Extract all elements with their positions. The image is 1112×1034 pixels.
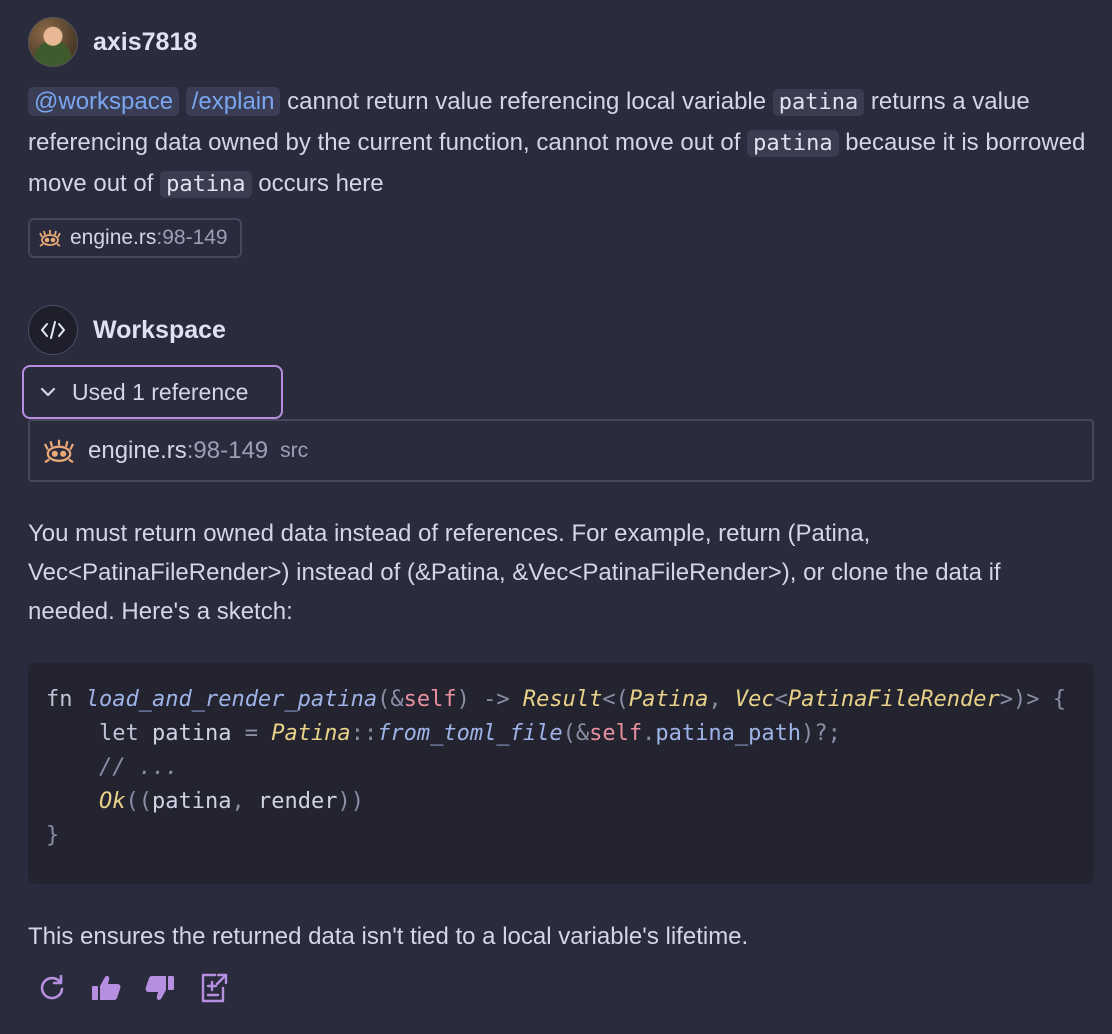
code-content: fn load_and_render_patina(&self) -> Resu… [46, 683, 1066, 853]
attachment-range: :98-149 [156, 226, 228, 249]
message-text-1: cannot return value referencing local va… [280, 88, 773, 115]
thumbs-down-button[interactable] [144, 972, 176, 1008]
user-header: axis7818 [28, 17, 197, 67]
reference-filename: engine.rs [88, 436, 187, 464]
code-icon [28, 305, 78, 355]
user-name: axis7818 [93, 27, 198, 56]
workspace-mention[interactable]: @workspace [28, 87, 180, 116]
retry-button[interactable] [36, 972, 68, 1008]
insert-into-file-button[interactable] [198, 972, 230, 1008]
response-actions [36, 972, 230, 1008]
user-avatar [28, 17, 78, 67]
refresh-icon [37, 973, 67, 1008]
inline-code: patina [747, 130, 839, 157]
assistant-name: Workspace [93, 315, 226, 344]
used-references-toggle[interactable]: Used 1 reference [22, 365, 283, 419]
inline-code: patina [772, 89, 865, 116]
reference-range: :98-149 [186, 436, 269, 464]
code-block[interactable]: fn load_and_render_patina(&self) -> Resu… [28, 663, 1094, 884]
attachment-chip[interactable]: engine.rs:98-149 [28, 218, 242, 258]
used-references-label: Used 1 reference [72, 378, 249, 405]
reference-list: engine.rs:98-149 src [28, 419, 1094, 482]
user-message: @workspace /explain cannot return value … [28, 82, 1088, 205]
code-line: Ok((patina, render)) [98, 789, 364, 814]
code-line: let patina = Patina::from_toml_file(&sel… [98, 721, 841, 746]
rust-file-icon [38, 228, 62, 248]
attachment-filename: engine.rs [70, 226, 157, 249]
code-line: } [46, 823, 60, 848]
response-outro: This ensures the returned data isn't tie… [28, 923, 749, 950]
explain-command[interactable]: /explain [185, 87, 281, 116]
thumbs-down-icon [144, 973, 176, 1008]
chevron-down-icon [40, 386, 56, 398]
thumbs-up-button[interactable] [90, 972, 122, 1008]
code-line: fn load_and_render_patina(&self) -> Resu… [46, 687, 1067, 712]
inline-code: patina [160, 171, 252, 198]
response-intro: You must return owned data instead of re… [28, 520, 1001, 625]
thumbs-up-icon [90, 973, 122, 1008]
rust-file-icon [42, 437, 76, 465]
insert-file-icon [199, 972, 229, 1009]
assistant-header: Workspace [28, 305, 226, 355]
code-line: // ... [98, 755, 179, 780]
reference-item[interactable]: engine.rs:98-149 src [42, 437, 308, 465]
message-text-4: occurs here [251, 170, 384, 197]
reference-location: src [280, 438, 309, 462]
